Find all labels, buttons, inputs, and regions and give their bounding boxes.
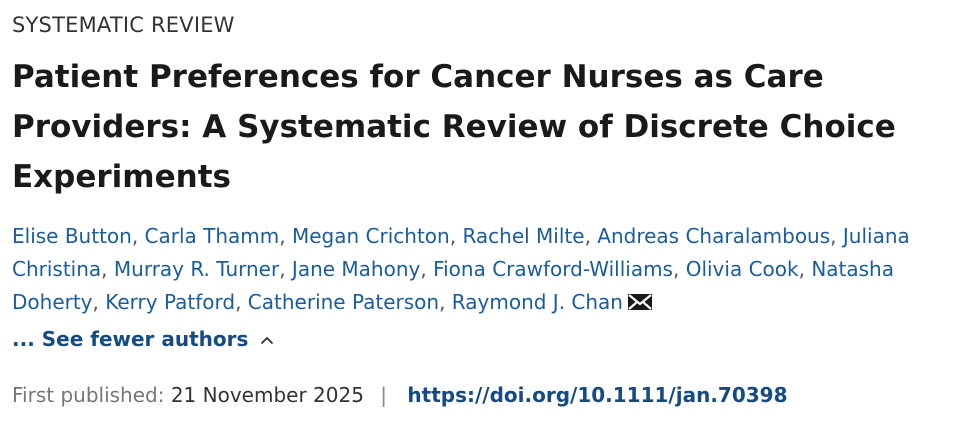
see-fewer-authors-label: ... See fewer authors <box>12 327 249 351</box>
author-link[interactable]: Rachel Milte <box>462 224 584 248</box>
chevron-up-icon <box>260 322 274 355</box>
author-link[interactable]: Raymond J. Chan <box>452 290 623 314</box>
article-type: SYSTEMATIC REVIEW <box>12 13 235 37</box>
author-separator: , <box>449 224 463 248</box>
author-link[interactable]: Kerry Patford <box>105 290 235 314</box>
author-separator: , <box>439 290 452 314</box>
meta-separator: | <box>380 383 388 407</box>
author-separator: , <box>279 257 292 281</box>
author-separator: , <box>235 290 248 314</box>
author-link[interactable]: Andreas Charalambous <box>597 224 830 248</box>
author-separator: , <box>131 224 145 248</box>
article-header: SYSTEMATIC REVIEW Patient Preferences fo… <box>0 0 972 410</box>
author-separator: , <box>101 257 114 281</box>
author-separator: , <box>420 257 434 281</box>
author-link[interactable]: Elise Button <box>12 224 132 248</box>
author-link[interactable]: Olivia Cook <box>686 257 799 281</box>
author-link[interactable]: Catherine Paterson <box>248 290 439 314</box>
author-separator: , <box>279 224 292 248</box>
author-block: Elise Button, Carla Thamm, Megan Crichto… <box>12 220 960 356</box>
mail-icon[interactable] <box>627 289 653 322</box>
author-link[interactable]: Megan Crichton <box>292 224 450 248</box>
doi-link[interactable]: https://doi.org/10.1111/jan.70398 <box>407 383 787 407</box>
author-link[interactable]: Jane Mahony <box>292 257 420 281</box>
author-link[interactable]: Murray R. Turner <box>114 257 279 281</box>
article-title: Patient Preferences for Cancer Nurses as… <box>12 59 896 195</box>
publication-meta: First published: 21 November 2025 | http… <box>12 380 960 410</box>
author-separator: , <box>92 290 106 314</box>
see-fewer-authors-button[interactable]: ... See fewer authors <box>12 322 274 356</box>
author-separator: , <box>672 257 686 281</box>
author-separator: , <box>584 224 598 248</box>
author-separator: , <box>798 257 812 281</box>
author-link[interactable]: Carla Thamm <box>145 224 280 248</box>
author-separator: , <box>830 224 843 248</box>
author-link[interactable]: Fiona Crawford-Williams <box>433 257 673 281</box>
first-published-label: First published: <box>12 383 165 407</box>
first-published-date: 21 November 2025 <box>170 383 364 407</box>
author-list: Elise Button, Carla Thamm, Megan Crichto… <box>12 224 910 314</box>
